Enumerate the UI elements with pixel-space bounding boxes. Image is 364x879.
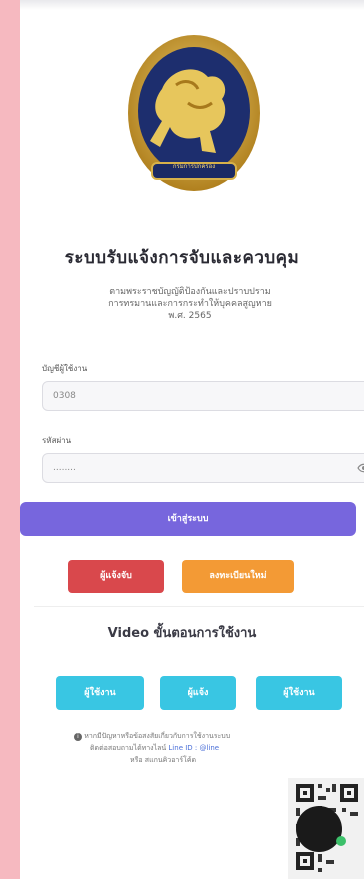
online-indicator [336, 836, 346, 846]
login-button[interactable]: เข้าสู่ระบบ [20, 502, 356, 536]
chat-bubble-icon[interactable] [296, 806, 342, 852]
password-value: ........ [53, 463, 76, 473]
info-icon: i [74, 733, 82, 741]
video-user-button[interactable]: ผู้ใช้งาน [56, 676, 144, 710]
username-value: 0308 [53, 391, 76, 401]
footer-text-1: หากมีปัญหาหรือข้อสงสัยเกี่ยวกับการใช้งาน… [84, 732, 231, 740]
username-field[interactable]: 0308 [42, 381, 364, 411]
notify-button[interactable]: ผู้แจ้งจับ [68, 560, 164, 593]
footer-line: i หากมีปัญหาหรือข้อสงสัยเกี่ยวกับการใช้ง… [46, 730, 364, 742]
password-label: รหัสผ่าน [42, 436, 72, 445]
help-footer: i หากมีปัญหาหรือข้อสงสัยเกี่ยวกับการใช้ง… [46, 730, 364, 766]
page-title: ระบบรับแจ้งการจับและควบคุม [64, 248, 300, 268]
register-button[interactable]: ลงทะเบียนใหม่ [182, 560, 294, 593]
eye-icon[interactable] [357, 462, 364, 474]
card-top-edge [20, 0, 364, 10]
footer-line: ติดต่อสอบถามได้ทางไลน์ Line ID : @line [46, 742, 364, 754]
footer-text-2: ติดต่อสอบถามได้ทางไลน์ [90, 744, 167, 752]
password-field[interactable]: ........ [42, 453, 364, 483]
subtitle-line: ตามพระราชบัญญัติป้องกันและปราบปราม [109, 287, 271, 297]
footer-line: หรือ สแกนคิวอาร์โค้ด [46, 754, 364, 766]
emblem-caption: กรมการปกครอง [172, 163, 216, 170]
subtitle: ตามพระราชบัญญัติป้องกันและปราบปราม การทร… [60, 286, 320, 322]
subtitle-line: การทรมานและการกระทำให้บุคคลสูญหาย [108, 299, 272, 309]
line-id-link[interactable]: Line ID : @line [168, 744, 219, 752]
video-notifier-button[interactable]: ผู้แจ้ง [160, 676, 236, 710]
subtitle-line: พ.ศ. 2565 [168, 311, 212, 321]
video-section-title: Video ขั้นตอนการใช้งาน [107, 626, 257, 641]
video-user-button-2[interactable]: ผู้ใช้งาน [256, 676, 342, 710]
footer-text-3: หรือ สแกนคิวอาร์โค้ด [130, 756, 197, 764]
section-divider [34, 606, 364, 607]
username-label: บัญชีผู้ใช้งาน [42, 364, 88, 373]
